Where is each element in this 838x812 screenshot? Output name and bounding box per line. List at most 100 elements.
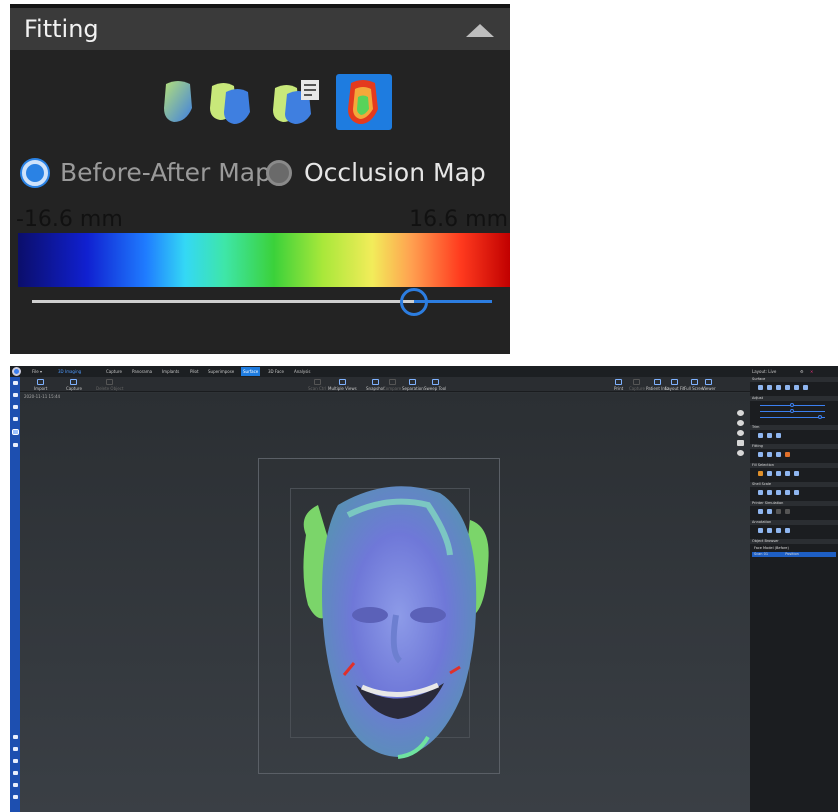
shell-tool-icon[interactable] <box>794 490 799 495</box>
fill-tool-icon[interactable] <box>794 471 799 476</box>
shell-tool-icon[interactable] <box>776 490 781 495</box>
fitting-tool-icon[interactable] <box>767 452 772 457</box>
tab-superimpose[interactable]: Superimpose <box>208 369 234 374</box>
multiple-views-button[interactable]: Multiple Views <box>328 379 357 391</box>
surface-tool-icon[interactable] <box>758 385 763 390</box>
sidebar-folder-icon[interactable] <box>13 405 18 409</box>
sidebar-tool2-icon[interactable] <box>13 771 18 775</box>
radio-occlusion-map[interactable]: Occlusion Map <box>266 158 486 187</box>
surface-tool-icon[interactable] <box>767 385 772 390</box>
collapse-triangle-icon[interactable] <box>466 24 494 37</box>
sidebar-help-icon[interactable] <box>13 747 18 751</box>
section-annotation[interactable]: Annotation <box>750 520 838 525</box>
printer-tool-icon[interactable] <box>785 509 790 514</box>
file-menu[interactable]: File ▾ <box>32 369 42 374</box>
face-overlay-button[interactable] <box>204 74 260 130</box>
tab-capture[interactable]: Capture <box>106 369 122 374</box>
section-object-browser[interactable]: Object Browser <box>750 539 838 544</box>
grid-icon[interactable] <box>737 450 744 456</box>
fitting-tool-icon[interactable] <box>758 452 763 457</box>
object-row-0[interactable]: Face Model (Before) <box>752 546 836 551</box>
annotation-tool-icon[interactable] <box>776 528 781 533</box>
fill-tool-icon[interactable] <box>776 471 781 476</box>
fill-tool-icon[interactable] <box>785 471 790 476</box>
import-button[interactable]: Import <box>34 379 47 391</box>
sidebar-patient-icon[interactable] <box>13 381 18 385</box>
section-trim[interactable]: Trim <box>750 425 838 430</box>
trim-tool-icon[interactable] <box>776 433 781 438</box>
adjust-slider-3[interactable] <box>760 415 825 419</box>
fill-tool-icon[interactable] <box>758 471 763 476</box>
trim-tool-icon[interactable] <box>758 433 763 438</box>
section-fitting[interactable]: Fitting <box>750 444 838 449</box>
sidebar-chat-icon[interactable] <box>13 735 18 739</box>
section-fill-selection[interactable]: Fill Selection <box>750 463 838 468</box>
printer-tool-icon[interactable] <box>776 509 781 514</box>
tab-pilot[interactable]: Pilot <box>190 369 199 374</box>
annotation-tool-icon[interactable] <box>758 528 763 533</box>
sidebar-layers-icon[interactable] <box>13 417 18 421</box>
printer-tool-icon[interactable] <box>767 509 772 514</box>
surface-tool-icon[interactable] <box>776 385 781 390</box>
adjust-slider-1[interactable] <box>760 403 825 407</box>
print-button[interactable]: Print <box>614 379 623 391</box>
section-shell-scale[interactable]: Shell Scale <box>750 482 838 487</box>
frame-icon[interactable] <box>737 440 744 446</box>
viewer-button[interactable]: Viewer <box>702 379 716 391</box>
scan-ctrl-button[interactable]: Scan Ctrl <box>308 379 326 391</box>
face-report-button[interactable] <box>270 74 326 130</box>
sidebar-settings-icon[interactable] <box>13 783 18 787</box>
sidebar-tool1-icon[interactable] <box>13 759 18 763</box>
annotation-tool-icon[interactable] <box>767 528 772 533</box>
globe-icon[interactable] <box>737 430 744 436</box>
layout-label[interactable]: Layout: Live <box>752 369 776 374</box>
sphere-view-icon[interactable] <box>737 420 744 426</box>
surface-tool-icon[interactable] <box>794 385 799 390</box>
adjust-slider-2[interactable] <box>760 409 825 413</box>
tab-3d-face[interactable]: 3D Face <box>268 369 284 374</box>
separation-button[interactable]: Separation <box>402 379 424 391</box>
section-surface[interactable]: Surface <box>750 377 838 382</box>
surface-tool-icon[interactable] <box>785 385 790 390</box>
section-printer-simulation[interactable]: Printer Simulation <box>750 501 838 506</box>
object-row-1[interactable]: Scan 01 Position <box>752 552 836 557</box>
tab-surface[interactable]: Surface <box>241 367 261 376</box>
sidebar-user-icon[interactable] <box>13 393 18 397</box>
sweep-tool-button[interactable]: Sweep Tool <box>424 379 446 391</box>
tab-panorama[interactable]: Panorama <box>132 369 152 374</box>
surface-tool-icon[interactable] <box>803 385 808 390</box>
radio-before-after-map[interactable]: Before-After Map <box>22 158 271 187</box>
trim-tool-icon[interactable] <box>767 433 772 438</box>
shell-tool-icon[interactable] <box>758 490 763 495</box>
face-scan-button[interactable] <box>150 74 206 130</box>
camera-icon[interactable] <box>737 410 744 416</box>
delete-object-button[interactable]: Delete Object <box>96 379 123 391</box>
layout-fit-button[interactable]: Layout Fit <box>665 379 685 391</box>
fill-tool-icon[interactable] <box>767 471 772 476</box>
face-colormap-button[interactable] <box>336 74 392 130</box>
tab-analysis[interactable]: Analysis <box>294 369 310 374</box>
fitting-tool-icon[interactable] <box>785 452 790 457</box>
compare-button[interactable]: Compare <box>383 379 401 391</box>
tab-3d-imaging[interactable]: 3D Imaging <box>58 369 81 374</box>
capture-button[interactable]: Capture <box>66 379 82 391</box>
settings-gear-icon[interactable]: ⚙ <box>800 369 804 374</box>
shell-tool-icon[interactable] <box>767 490 772 495</box>
fitting-panel-header[interactable]: Fitting <box>10 4 510 50</box>
shell-tool-icon[interactable] <box>785 490 790 495</box>
annotation-tool-icon[interactable] <box>785 528 790 533</box>
sidebar-report-icon[interactable] <box>13 443 18 447</box>
sidebar-exit-icon[interactable] <box>13 795 18 799</box>
3d-viewport[interactable] <box>20 393 750 812</box>
close-icon[interactable]: ✕ <box>810 369 813 374</box>
tab-implants[interactable]: Implants <box>162 369 179 374</box>
face-3d-model[interactable] <box>278 475 518 775</box>
section-adjust[interactable]: Adjust <box>750 396 838 401</box>
printer-tool-icon[interactable] <box>758 509 763 514</box>
fitting-tool-icon[interactable] <box>776 452 781 457</box>
sidebar-3d-icon[interactable] <box>12 429 19 435</box>
printer-tools <box>758 509 790 514</box>
capture2-button[interactable]: Capture <box>629 379 645 391</box>
range-slider-thumb[interactable] <box>399 288 428 316</box>
snapshot-button[interactable]: Snapshot <box>366 379 385 391</box>
